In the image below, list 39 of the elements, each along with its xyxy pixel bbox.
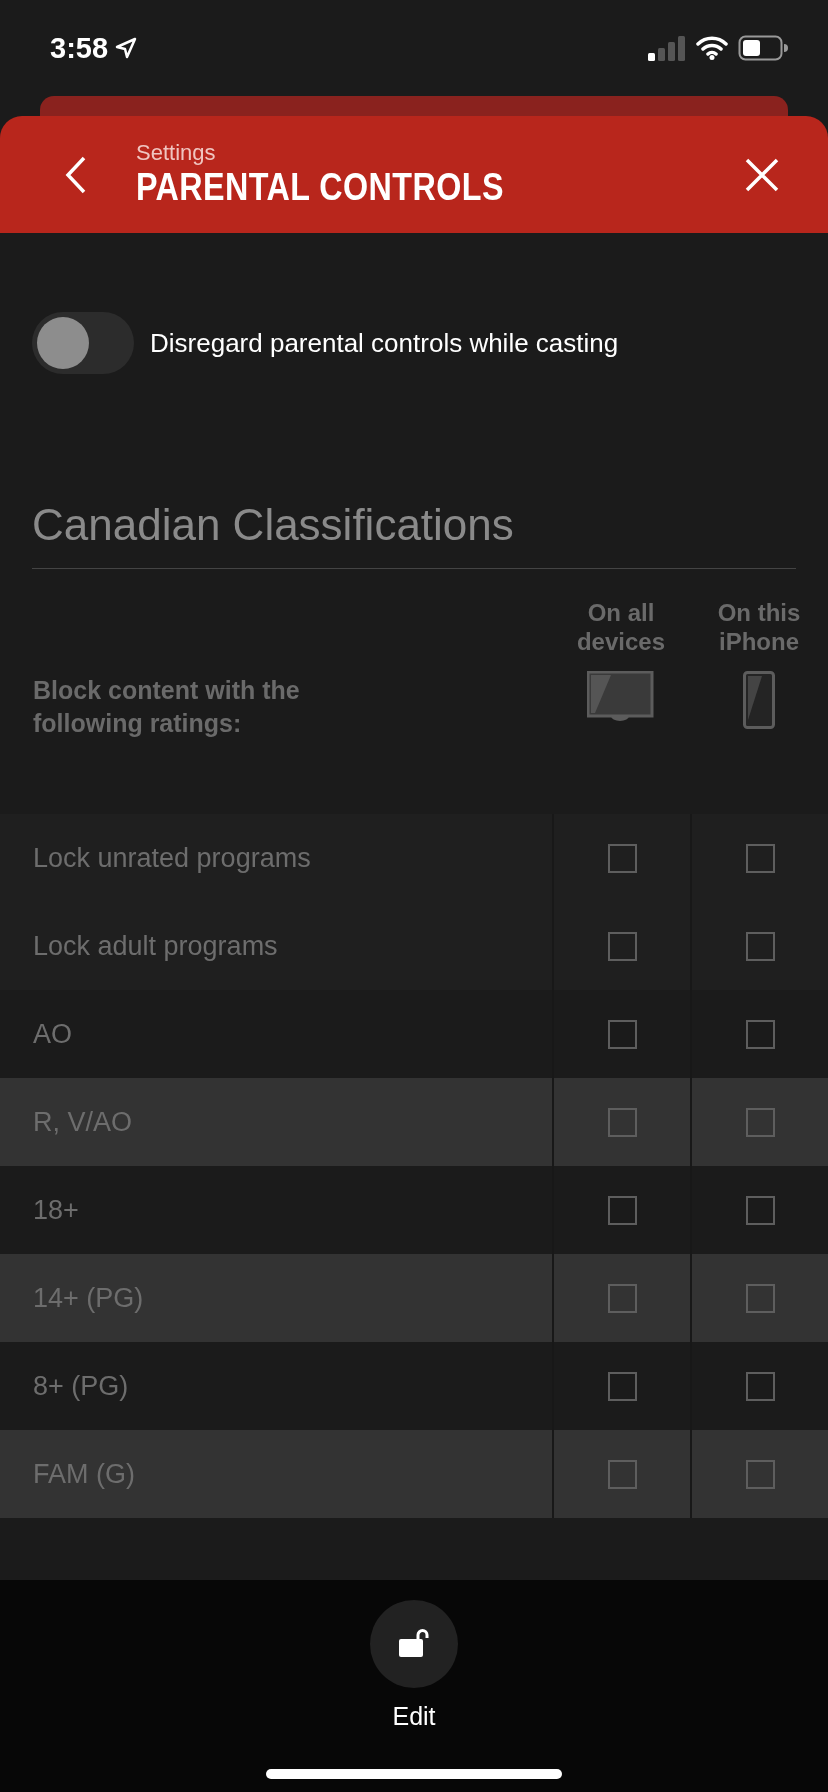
column-header: On this iPhone [716,599,802,657]
checkbox[interactable] [745,1107,775,1137]
checkbox[interactable] [745,1371,775,1401]
rating-label: Lock unrated programs [32,842,312,874]
rating-label: Lock adult programs [32,930,279,962]
column-header: On all devices [575,599,667,657]
checkbox[interactable] [607,843,637,873]
signal-icon [648,35,686,61]
checkbox[interactable] [607,1107,637,1137]
rating-label: 8+ (PG) [32,1370,130,1402]
status-time: 3:58 [50,31,109,65]
table-caption: Block content with the following ratings: [32,675,301,739]
rating-label: FAM (G) [32,1458,136,1490]
edit-label: Edit [392,1702,436,1731]
checkbox[interactable] [607,1195,637,1225]
header-title: PARENTAL CONTROLS [136,166,504,209]
toggle-label: Disregard parental controls while casting [150,327,619,359]
header-subtitle: Settings [136,140,216,166]
phone-icon [743,670,775,729]
rating-label: 18+ [32,1194,80,1226]
battery-icon [738,35,788,61]
checkbox[interactable] [745,1195,775,1225]
checkbox[interactable] [607,1371,637,1401]
checkbox[interactable] [607,1283,637,1313]
rating-label: 14+ (PG) [32,1282,145,1314]
checkbox[interactable] [745,931,775,961]
checkbox[interactable] [745,1459,775,1489]
checkbox[interactable] [745,843,775,873]
tv-icon [587,670,655,723]
checkbox[interactable] [607,1019,637,1049]
checkbox[interactable] [745,1019,775,1049]
checkbox[interactable] [745,1283,775,1313]
rating-label: AO [32,1018,73,1050]
wifi-icon [696,36,728,60]
checkbox[interactable] [607,931,637,961]
section-heading: Canadian Classifications [32,500,514,550]
rating-label: R, V/AO [32,1106,134,1138]
location-icon [114,36,139,60]
checkbox[interactable] [607,1459,637,1489]
